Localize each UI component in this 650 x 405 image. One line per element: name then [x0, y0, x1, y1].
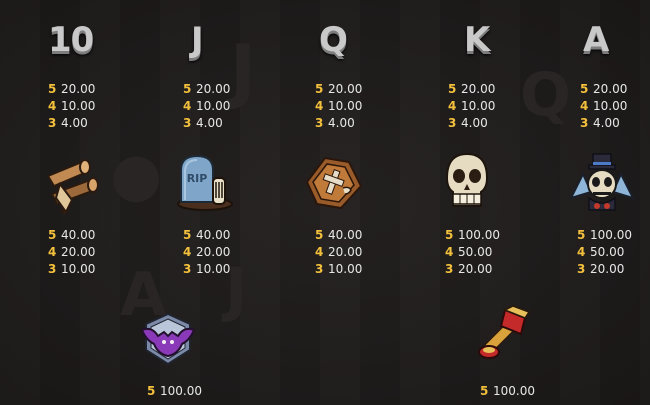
pay-row: 5 20.00: [448, 82, 496, 96]
pay-row: 5 100.00: [480, 384, 535, 398]
blood-chalice-icon: [478, 305, 531, 359]
a-letter-icon: A: [583, 20, 609, 60]
pay-row: 4 10.00: [183, 99, 231, 113]
bat-emblem-icon: [140, 312, 196, 366]
pay-row: 3 10.00: [315, 262, 363, 276]
pay-row: 4 50.00: [445, 245, 493, 259]
svg-text:RIP: RIP: [187, 172, 208, 185]
wooden-stakes-icon: [46, 159, 99, 214]
pay-row: 5 100.00: [147, 384, 202, 398]
pay-list: 5 40.00 4 20.00 3 10.00: [183, 227, 230, 278]
pay-row: 4 10.00: [448, 99, 496, 113]
pay-list: 5 100.00: [147, 383, 202, 400]
background-ghost-letter: J: [230, 30, 257, 112]
pay-list: 5 100.00 4 50.00 3 20.00: [445, 227, 500, 278]
pay-row: 5 20.00: [48, 82, 96, 96]
background-ghost-symbol: ●: [110, 140, 163, 210]
pay-row: 3 4.00: [315, 116, 355, 130]
pay-row: 4 10.00: [580, 99, 628, 113]
pay-list: 5 40.00 4 20.00 3 10.00: [48, 227, 95, 278]
pay-row: 5 100.00: [577, 228, 632, 242]
pay-row: 3 20.00: [577, 262, 625, 276]
pay-row: 5 20.00: [580, 82, 628, 96]
pay-row: 5 40.00: [48, 228, 96, 242]
pay-row: 5 40.00: [183, 228, 231, 242]
pay-list: 5 20.00 4 10.00 3 4.00: [48, 81, 95, 132]
pay-row: 3 4.00: [183, 116, 223, 130]
pay-row: 4 10.00: [48, 99, 96, 113]
k-letter-icon: K: [464, 20, 490, 60]
pay-row: 3 20.00: [445, 262, 493, 276]
pay-list: 5 20.00 4 10.00 3 4.00: [448, 81, 495, 132]
pay-list: 5 40.00 4 20.00 3 10.00: [315, 227, 362, 278]
pay-row: 5 40.00: [315, 228, 363, 242]
pay-row: 3 10.00: [48, 262, 96, 276]
pay-list: 5 20.00 4 10.00 3 4.00: [183, 81, 230, 132]
pay-row: 4 20.00: [183, 245, 231, 259]
pay-list: 5 20.00 4 10.00 3 4.00: [315, 81, 362, 132]
paytable-panel: ● J Q J A 10 5 20.00 4 10.00 3 4.00 J 5 20.0…: [0, 0, 650, 405]
skull-icon: [445, 152, 489, 207]
pay-list: 5 20.00 4 10.00 3 4.00: [580, 81, 627, 132]
rip-gravestone-icon: RIP: [177, 154, 233, 211]
pay-row: 3 4.00: [48, 116, 88, 130]
pay-row: 3 4.00: [580, 116, 620, 130]
top-hat-skull-icon: [569, 153, 635, 211]
j-letter-icon: J: [191, 20, 204, 60]
10-letter-icon: 10: [48, 20, 94, 60]
pay-row: 4 20.00: [48, 245, 96, 259]
q-letter-icon: Q: [319, 20, 348, 60]
pay-row: 4 50.00: [577, 245, 625, 259]
pay-row: 4 10.00: [315, 99, 363, 113]
pay-row: 5 20.00: [315, 82, 363, 96]
background-ghost-letter: Q: [520, 60, 572, 130]
pay-list: 5 100.00 4 50.00 3 20.00: [577, 227, 632, 278]
pay-list: 5 100.00: [480, 383, 535, 400]
coffin-icon: [305, 156, 363, 210]
pay-row: 4 20.00: [315, 245, 363, 259]
pay-row: 5 20.00: [183, 82, 231, 96]
pay-row: 5 100.00: [445, 228, 500, 242]
pay-row: 3 4.00: [448, 116, 488, 130]
pay-row: 3 10.00: [183, 262, 231, 276]
